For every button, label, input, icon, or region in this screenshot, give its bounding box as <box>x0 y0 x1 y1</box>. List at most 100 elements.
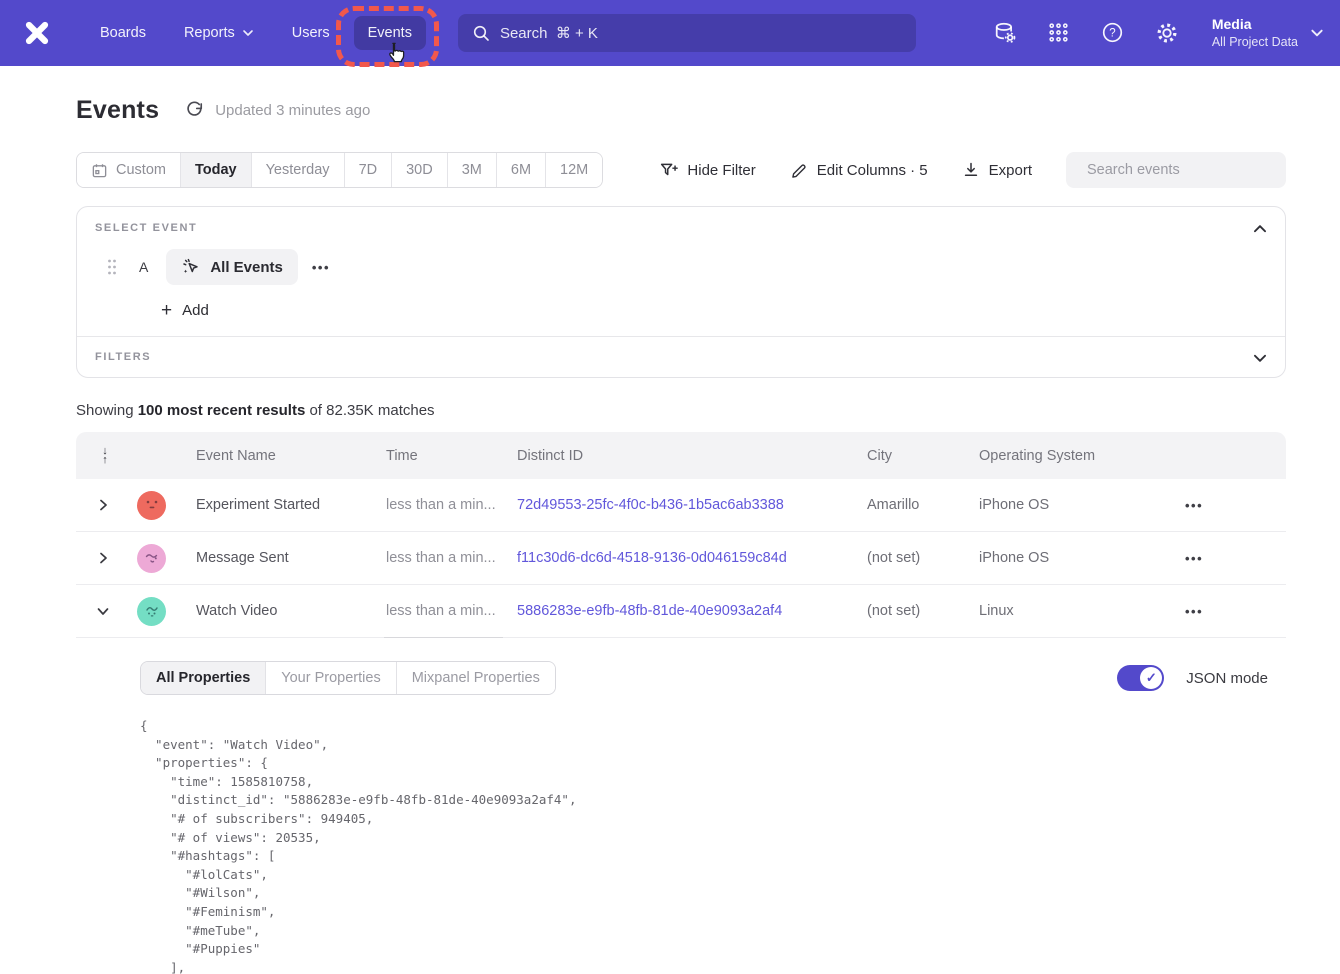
top-navbar: Boards Reports Users Events <box>0 0 1340 66</box>
sort-order-icon[interactable]: ↓ ↑ <box>76 447 130 465</box>
help-button[interactable]: ? <box>1100 20 1126 46</box>
pencil-icon <box>790 161 808 179</box>
export-label: Export <box>989 162 1032 179</box>
calendar-icon <box>91 162 108 179</box>
table-row[interactable]: Message Sent less than a min... f11c30d6… <box>76 532 1286 585</box>
plus-icon: + <box>161 301 172 320</box>
nav-item-reports[interactable]: Reports <box>170 16 268 50</box>
event-avatar <box>137 597 166 626</box>
chevron-down-icon <box>95 603 111 619</box>
row-actions-button[interactable]: ••• <box>1185 498 1203 513</box>
updated-timestamp: Updated 3 minutes ago <box>215 102 370 119</box>
date-range-6m[interactable]: 6M <box>496 153 545 187</box>
settings-button[interactable] <box>1154 20 1180 46</box>
event-avatar <box>137 491 166 520</box>
expand-row-button[interactable] <box>76 497 130 513</box>
nav-label: Boards <box>100 25 146 41</box>
column-city[interactable]: City <box>859 448 971 464</box>
expand-row-button[interactable] <box>76 550 130 566</box>
event-more-options-button[interactable]: ••• <box>312 260 330 275</box>
filters-section[interactable]: FILTERS <box>77 337 1285 377</box>
chevron-up-icon[interactable] <box>1251 220 1269 238</box>
cell-city: (not set) <box>859 603 971 619</box>
column-divider <box>384 637 503 638</box>
date-range-12m[interactable]: 12M <box>545 153 602 187</box>
table-row[interactable]: Experiment Started less than a min... 72… <box>76 479 1286 532</box>
cell-time: less than a min... <box>378 497 509 513</box>
export-button[interactable]: Export <box>962 161 1032 179</box>
date-range-label: Custom <box>116 162 166 178</box>
row-actions-button[interactable]: ••• <box>1185 604 1203 619</box>
event-chip-label: All Events <box>210 259 283 276</box>
date-range-7d[interactable]: 7D <box>344 153 392 187</box>
column-distinct-id[interactable]: Distinct ID <box>509 448 859 464</box>
apps-grid-button[interactable] <box>1046 20 1072 46</box>
summary-suffix: of 82.35K matches <box>305 402 434 419</box>
properties-tabs: All Properties Your Properties Mixpanel … <box>140 661 556 695</box>
date-range-yesterday[interactable]: Yesterday <box>251 153 344 187</box>
edit-columns-button[interactable]: Edit Columns · 5 <box>790 161 928 179</box>
project-scope: All Project Data <box>1212 34 1298 50</box>
refresh-icon[interactable] <box>185 100 205 120</box>
nav-item-users[interactable]: Users <box>278 16 344 50</box>
cell-distinct-id[interactable]: 72d49553-25fc-4f0c-b436-1b5ac6ab3388 <box>509 497 859 513</box>
event-detail-panel: All Properties Your Properties Mixpanel … <box>76 638 1286 974</box>
table-row-expanded[interactable]: Watch Video less than a min... 5886283e-… <box>76 585 1286 638</box>
page-title: Events <box>76 96 159 125</box>
row-actions-button[interactable]: ••• <box>1185 551 1203 566</box>
collapse-row-button[interactable] <box>76 603 130 619</box>
events-search-input[interactable] <box>1087 162 1274 178</box>
magic-cursor-icon <box>181 257 201 277</box>
data-management-button[interactable] <box>992 20 1018 46</box>
nav-label: Events <box>368 25 412 41</box>
chevron-down-icon <box>242 27 254 39</box>
date-range-custom[interactable]: Custom <box>77 153 180 187</box>
date-range-today[interactable]: Today <box>180 153 251 187</box>
chevron-right-icon <box>95 497 111 513</box>
select-event-label: SELECT EVENT <box>95 222 1267 234</box>
add-event-button[interactable]: + Add <box>161 301 209 320</box>
date-range-label: Yesterday <box>266 162 330 178</box>
tab-all-properties[interactable]: All Properties <box>141 662 265 694</box>
column-time[interactable]: Time <box>378 448 509 464</box>
check-icon: ✓ <box>1140 667 1162 689</box>
event-selector-chip[interactable]: All Events <box>166 249 298 285</box>
cell-distinct-id[interactable]: f11c30d6-dc6d-4518-9136-0d046159c84d <box>509 550 859 566</box>
download-icon <box>962 161 980 179</box>
global-search[interactable] <box>458 14 916 52</box>
column-os[interactable]: Operating System <box>971 448 1163 464</box>
date-range-3m[interactable]: 3M <box>447 153 496 187</box>
nav-item-events[interactable]: Events <box>354 16 426 50</box>
tab-mixpanel-properties[interactable]: Mixpanel Properties <box>396 662 555 694</box>
cell-distinct-id[interactable]: 5886283e-e9fb-48fb-81de-40e9093a2af4 <box>509 603 859 619</box>
date-range-30d[interactable]: 30D <box>391 153 447 187</box>
date-range-label: 7D <box>359 162 378 178</box>
events-search[interactable] <box>1066 152 1286 188</box>
chevron-down-icon[interactable] <box>1251 349 1269 367</box>
global-search-input[interactable] <box>500 25 902 42</box>
cell-city: (not set) <box>859 550 971 566</box>
date-range-label: 6M <box>511 162 531 178</box>
cell-os: iPhone OS <box>971 497 1163 513</box>
tab-your-properties[interactable]: Your Properties <box>265 662 395 694</box>
add-label: Add <box>182 302 209 319</box>
cell-time: less than a min... <box>378 550 509 566</box>
filter-icon <box>659 161 678 180</box>
column-event-name[interactable]: Event Name <box>188 448 378 464</box>
hide-filter-button[interactable]: Hide Filter <box>659 161 755 180</box>
project-switcher[interactable]: Media All Project Data <box>1212 15 1324 50</box>
event-avatar <box>137 544 166 573</box>
gear-icon <box>1155 21 1179 45</box>
query-builder-card: SELECT EVENT A <box>76 206 1286 378</box>
nav-label: Users <box>292 25 330 41</box>
search-icon <box>472 24 490 42</box>
mixpanel-logo-icon[interactable] <box>22 18 52 48</box>
date-range-label: 30D <box>406 162 433 178</box>
json-mode-toggle[interactable]: ✓ <box>1117 665 1164 691</box>
nav-item-boards[interactable]: Boards <box>86 16 160 50</box>
avatar-face-icon <box>143 498 161 512</box>
drag-handle-icon[interactable] <box>105 257 119 277</box>
table-header: ↓ ↑ Event Name Time Distinct ID City Ope… <box>76 432 1286 479</box>
cell-os: iPhone OS <box>971 550 1163 566</box>
select-event-section: SELECT EVENT A <box>77 207 1285 336</box>
